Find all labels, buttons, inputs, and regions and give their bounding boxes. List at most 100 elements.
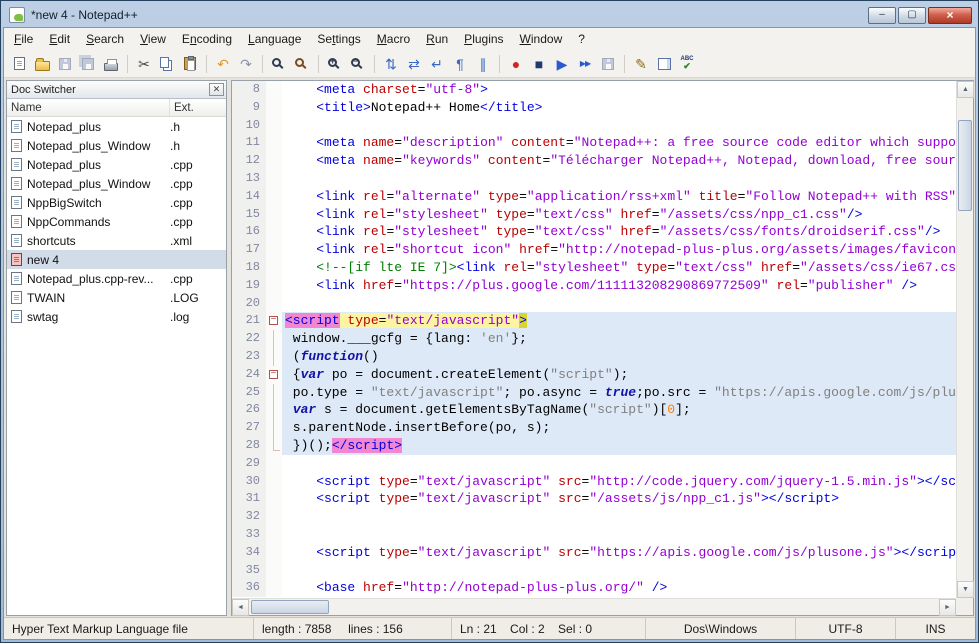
menu-item-macro[interactable]: Macro: [369, 29, 418, 49]
doc-switcher-item[interactable]: Notepad_plus.cpp: [7, 155, 226, 174]
menu-item-plugins[interactable]: Plugins: [456, 29, 511, 49]
record-macro-icon[interactable]: ●: [505, 53, 527, 75]
code-line[interactable]: 11 <meta name="description" content="Not…: [232, 134, 956, 152]
code-text[interactable]: s.parentNode.insertBefore(po, s);: [282, 419, 956, 437]
scroll-left-arrow-icon[interactable]: ◄: [232, 599, 249, 616]
close-button[interactable]: ×: [928, 7, 972, 24]
code-line[interactable]: 30 <script type="text/javascript" src="h…: [232, 473, 956, 491]
status-encoding[interactable]: UTF-8: [796, 618, 896, 639]
menu-item-settings[interactable]: Settings: [309, 29, 368, 49]
code-text[interactable]: {var po = document.createElement("script…: [282, 366, 956, 384]
new-file-icon[interactable]: [8, 53, 30, 75]
code-line[interactable]: 16 <link rel="stylesheet" type="text/css…: [232, 223, 956, 241]
menu-item-window[interactable]: Window: [512, 29, 571, 49]
code-line[interactable]: 9 <title>Notepad++ Home</title>: [232, 99, 956, 117]
code-line[interactable]: 32: [232, 508, 956, 526]
horizontal-scrollbar[interactable]: ◄ ►: [232, 598, 956, 615]
copy-icon[interactable]: [156, 53, 178, 75]
code-line[interactable]: 27 s.parentNode.insertBefore(po, s);: [232, 419, 956, 437]
code-text[interactable]: [282, 117, 956, 135]
status-eol-format[interactable]: Dos\Windows: [646, 618, 796, 639]
menu-item-file[interactable]: File: [6, 29, 41, 49]
scroll-right-arrow-icon[interactable]: ►: [939, 599, 956, 616]
code-text[interactable]: [282, 295, 956, 313]
menu-item-search[interactable]: Search: [78, 29, 132, 49]
show-all-chars-icon[interactable]: ¶: [449, 53, 471, 75]
indent-guide-icon[interactable]: ∥: [472, 53, 494, 75]
fold-collapse-icon[interactable]: −: [269, 370, 278, 379]
open-folder-icon[interactable]: [31, 53, 53, 75]
code-line[interactable]: 22 window.___gcfg = {lang: 'en'};: [232, 330, 956, 348]
code-text[interactable]: <meta name="keywords" content="Télécharg…: [282, 152, 956, 170]
code-text[interactable]: <meta name="description" content="Notepa…: [282, 134, 956, 152]
code-text[interactable]: <base href="http://notepad-plus-plus.org…: [282, 579, 956, 597]
code-line[interactable]: 13: [232, 170, 956, 188]
code-text[interactable]: <link href="https://plus.google.com/1111…: [282, 277, 956, 295]
doc-switcher-item[interactable]: NppBigSwitch.cpp: [7, 193, 226, 212]
menu-item-view[interactable]: View: [132, 29, 174, 49]
code-line[interactable]: 15 <link rel="stylesheet" type="text/css…: [232, 206, 956, 224]
vertical-scroll-track[interactable]: [957, 98, 973, 581]
code-line[interactable]: 12 <meta name="keywords" content="Téléch…: [232, 152, 956, 170]
paste-icon[interactable]: [179, 53, 201, 75]
sync-scroll-h-icon[interactable]: ⇄: [403, 53, 425, 75]
run-macro-multiple-icon[interactable]: ▶▶: [574, 53, 596, 75]
code-text[interactable]: [282, 526, 956, 544]
doc-switcher-item[interactable]: shortcuts.xml: [7, 231, 226, 250]
code-line[interactable]: 19 <link href="https://plus.google.com/1…: [232, 277, 956, 295]
code-text[interactable]: <link rel="shortcut icon" href="http://n…: [282, 241, 956, 259]
code-line[interactable]: 33: [232, 526, 956, 544]
code-line[interactable]: 23 (function(): [232, 348, 956, 366]
fold-marker[interactable]: −: [266, 312, 282, 330]
code-line[interactable]: 25 po.type = "text/javascript"; po.async…: [232, 384, 956, 402]
user-define-language-icon[interactable]: ✎: [630, 53, 652, 75]
sync-scroll-v-icon[interactable]: ⇅: [380, 53, 402, 75]
code-text[interactable]: <script type="text/javascript" src="http…: [282, 544, 956, 562]
code-text[interactable]: <meta charset="utf-8">: [282, 81, 956, 99]
column-header-name[interactable]: Name: [7, 99, 170, 116]
code-line[interactable]: 26 var s = document.getElementsByTagName…: [232, 401, 956, 419]
code-text[interactable]: <link rel="stylesheet" type="text/css" h…: [282, 223, 956, 241]
vertical-scroll-thumb[interactable]: [958, 120, 972, 211]
doc-switcher-item[interactable]: NppCommands.cpp: [7, 212, 226, 231]
code-text[interactable]: })();</script>: [282, 437, 956, 455]
redo-icon[interactable]: ↷: [235, 53, 257, 75]
code-text[interactable]: [282, 455, 956, 473]
zoom-in-icon[interactable]: [324, 53, 346, 75]
code-text[interactable]: <title>Notepad++ Home</title>: [282, 99, 956, 117]
code-text[interactable]: [282, 562, 956, 580]
replace-icon[interactable]: [291, 53, 313, 75]
save-macro-icon[interactable]: [597, 53, 619, 75]
code-line[interactable]: 31 <script type="text/javascript" src="/…: [232, 490, 956, 508]
fold-collapse-icon[interactable]: −: [269, 316, 278, 325]
doc-switcher-item[interactable]: Notepad_plus.cpp-rev....cpp: [7, 269, 226, 288]
code-line[interactable]: 29: [232, 455, 956, 473]
doc-switcher-item[interactable]: TWAIN.LOG: [7, 288, 226, 307]
word-wrap-icon[interactable]: ↵: [426, 53, 448, 75]
code-text[interactable]: [282, 170, 956, 188]
title-bar[interactable]: *new 4 - Notepad++ – ▢ ×: [3, 3, 976, 27]
code-line[interactable]: 35: [232, 562, 956, 580]
code-text[interactable]: <link rel="stylesheet" type="text/css" h…: [282, 206, 956, 224]
horizontal-scroll-track[interactable]: [249, 599, 939, 615]
doc-map-icon[interactable]: [653, 53, 675, 75]
doc-switcher-item[interactable]: Notepad_plus.h: [7, 117, 226, 136]
status-insert-mode[interactable]: INS: [896, 618, 975, 639]
code-line[interactable]: 21−<script type="text/javascript">: [232, 312, 956, 330]
stop-macro-icon[interactable]: ■: [528, 53, 550, 75]
menu-item-encoding[interactable]: Encoding: [174, 29, 240, 49]
code-text[interactable]: <script type="text/javascript">: [282, 312, 956, 330]
code-line[interactable]: 18 <!--[if lte IE 7]><link rel="styleshe…: [232, 259, 956, 277]
vertical-scrollbar[interactable]: ▲ ▼: [956, 81, 973, 598]
code-text[interactable]: <script type="text/javascript" src="/ass…: [282, 490, 956, 508]
code-text[interactable]: <link rel="alternate" type="application/…: [282, 188, 956, 206]
code-text[interactable]: po.type = "text/javascript"; po.async = …: [282, 384, 956, 402]
scroll-up-arrow-icon[interactable]: ▲: [957, 81, 974, 98]
menu-item-language[interactable]: Language: [240, 29, 309, 49]
maximize-button[interactable]: ▢: [898, 7, 926, 24]
minimize-button[interactable]: –: [868, 7, 896, 24]
cut-icon[interactable]: ✂: [133, 53, 155, 75]
doc-switcher-item[interactable]: swtag.log: [7, 307, 226, 326]
column-header-ext[interactable]: Ext.: [170, 99, 226, 116]
save-icon[interactable]: [54, 53, 76, 75]
